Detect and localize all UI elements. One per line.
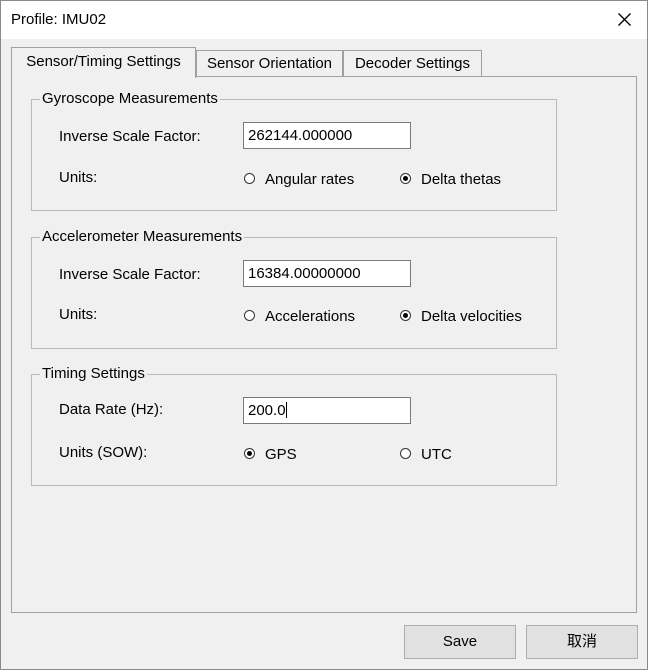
- radio-circle: [244, 310, 255, 321]
- radio-circle-selected: [400, 310, 411, 321]
- radio-label: Angular rates: [265, 171, 355, 188]
- timing-gps-radio[interactable]: GPS: [244, 446, 344, 464]
- window-title: Profile: IMU02: [11, 11, 107, 28]
- radio-label: GPS: [265, 446, 297, 463]
- accel-scale-factor-input[interactable]: 16384.00000000: [243, 260, 411, 287]
- radio-label: Delta velocities: [421, 308, 522, 325]
- tab-decoder-settings[interactable]: Decoder Settings: [343, 50, 482, 76]
- cancel-button[interactable]: 取消: [526, 625, 638, 659]
- radio-circle: [400, 448, 411, 459]
- tab-sensor-orientation[interactable]: Sensor Orientation: [196, 50, 343, 76]
- radio-label: Delta thetas: [421, 171, 502, 188]
- radio-label: Accelerations: [265, 308, 356, 325]
- accel-delta-velocities-radio[interactable]: Delta velocities: [400, 308, 550, 326]
- accel-units-label: Units:: [59, 306, 98, 323]
- radio-circle: [244, 173, 255, 184]
- radio-circle-selected: [400, 173, 411, 184]
- timing-units-label: Units (SOW):: [59, 444, 148, 461]
- gyroscope-group-title: Gyroscope Measurements: [40, 90, 220, 108]
- close-icon: [618, 13, 631, 26]
- accel-accelerations-radio[interactable]: Accelerations: [244, 308, 384, 326]
- timing-group: Timing Settings Data Rate (Hz): 200.0 Un…: [31, 365, 557, 486]
- accelerometer-group: Accelerometer Measurements Inverse Scale…: [31, 228, 557, 349]
- timing-group-title: Timing Settings: [40, 365, 147, 383]
- data-rate-input[interactable]: 200.0: [243, 397, 411, 424]
- text-caret: [285, 402, 287, 418]
- radio-label: UTC: [421, 446, 452, 463]
- radio-circle-selected: [244, 448, 255, 459]
- data-rate-value: 200.0: [248, 402, 286, 419]
- gyro-angular-rates-radio[interactable]: Angular rates: [244, 171, 384, 189]
- profile-dialog: Profile: IMU02 Sensor/Timing Settings Se…: [0, 0, 648, 670]
- close-button[interactable]: [601, 1, 647, 39]
- title-bar: Profile: IMU02: [1, 1, 647, 39]
- gyro-scale-factor-input[interactable]: 262144.000000: [243, 122, 411, 149]
- gyro-delta-thetas-radio[interactable]: Delta thetas: [400, 171, 540, 189]
- data-rate-label: Data Rate (Hz):: [59, 401, 164, 418]
- tab-sensor-timing-settings[interactable]: Sensor/Timing Settings: [11, 47, 196, 78]
- tab-panel-sensor-timing: Gyroscope Measurements Inverse Scale Fac…: [11, 76, 637, 613]
- gyro-scale-factor-label: Inverse Scale Factor:: [59, 128, 201, 145]
- save-button[interactable]: Save: [404, 625, 516, 659]
- gyroscope-group: Gyroscope Measurements Inverse Scale Fac…: [31, 90, 557, 211]
- timing-utc-radio[interactable]: UTC: [400, 446, 500, 464]
- gyro-units-label: Units:: [59, 169, 98, 186]
- accelerometer-group-title: Accelerometer Measurements: [40, 228, 245, 246]
- accel-scale-factor-label: Inverse Scale Factor:: [59, 266, 201, 283]
